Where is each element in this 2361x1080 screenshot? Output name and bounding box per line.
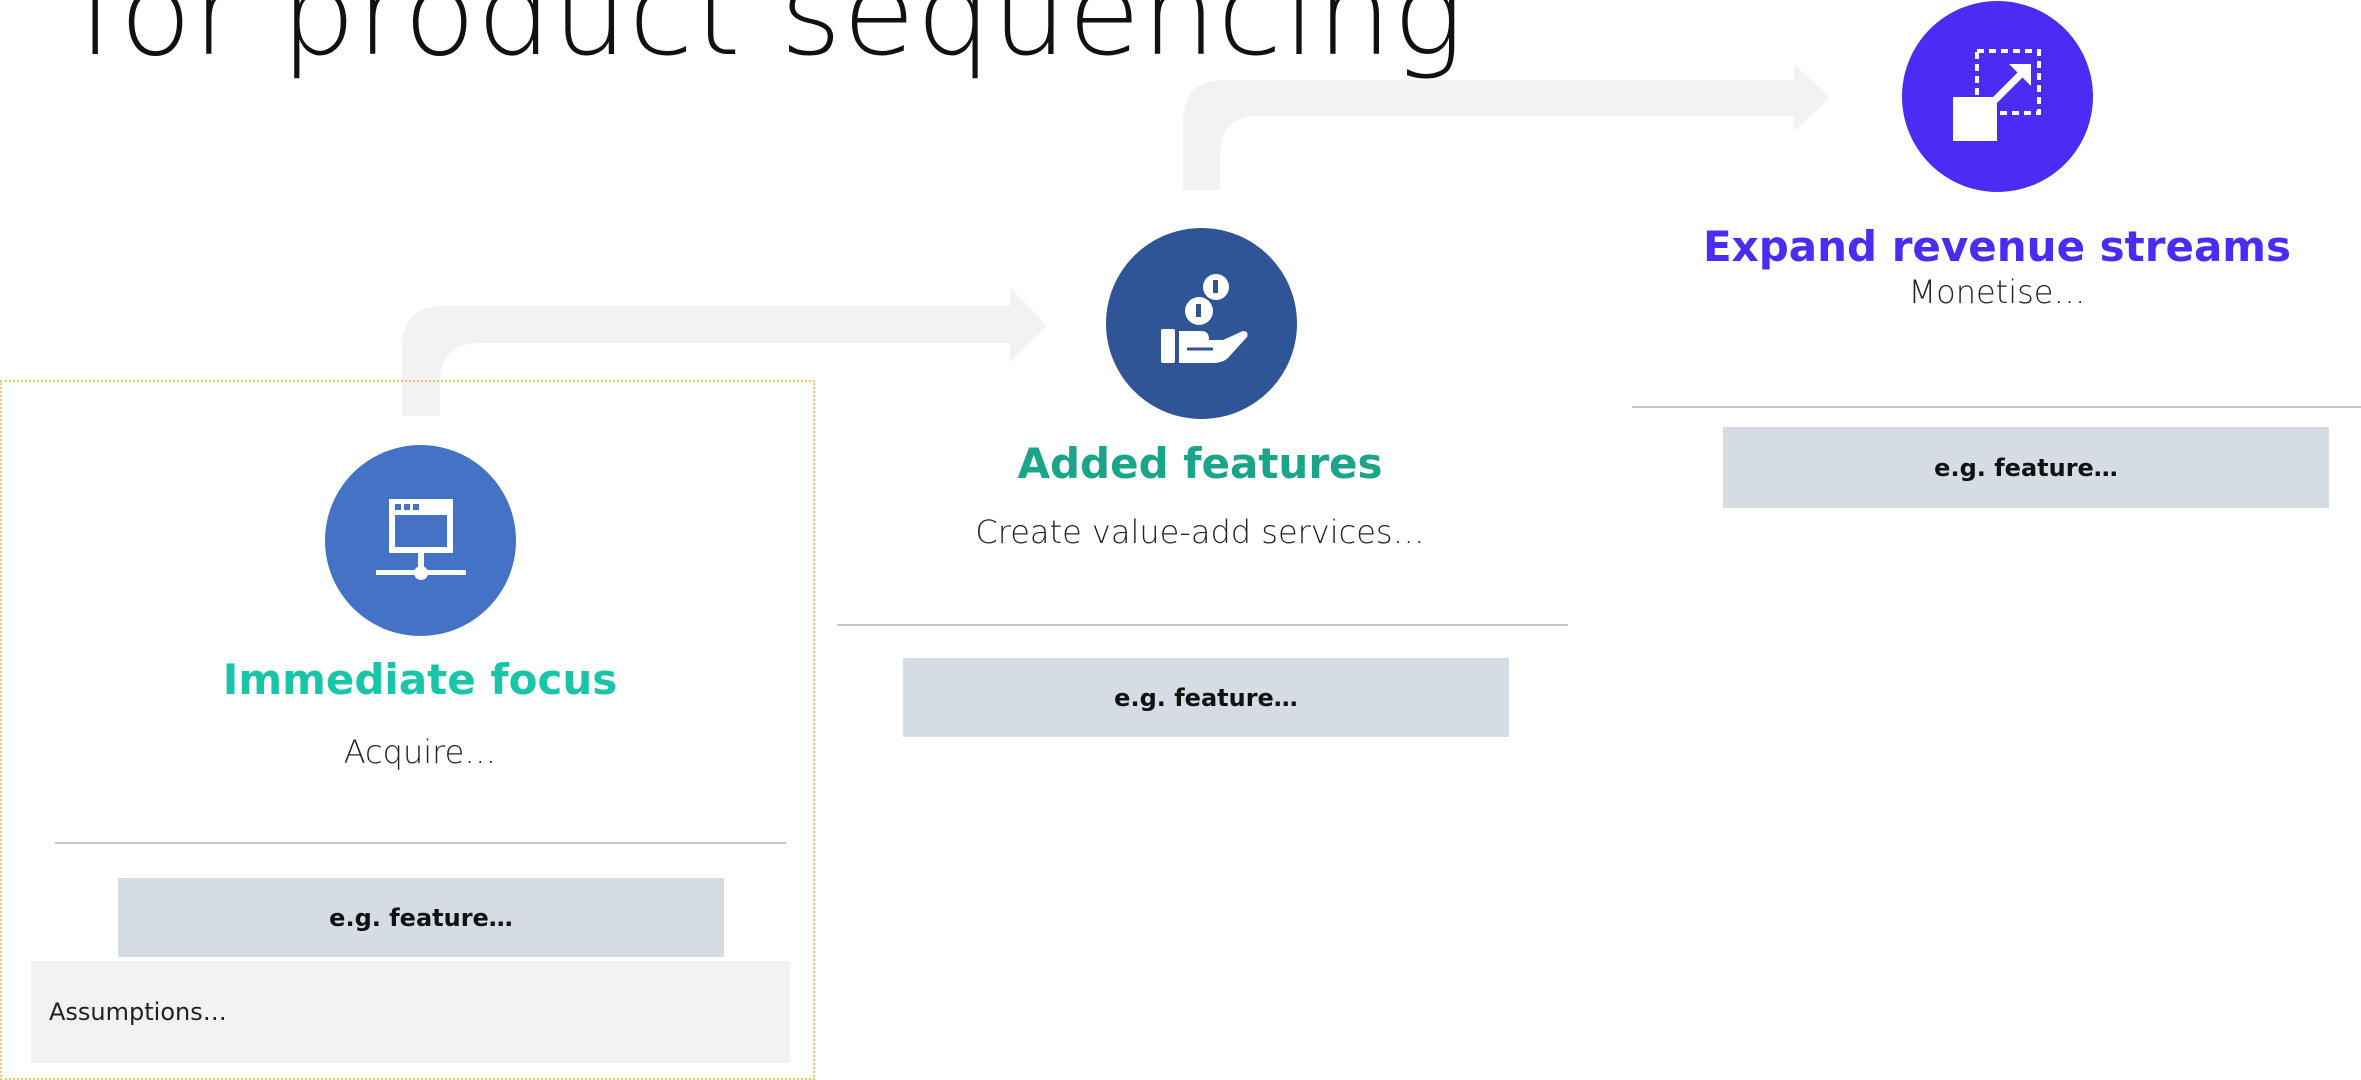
stage2-icon-circle [1106,228,1297,419]
stage1-divider [55,842,786,844]
stage3-feature-box[interactable]: e.g. feature… [1723,427,2329,508]
expand-arrow-icon [1952,48,2041,141]
network-server-icon [375,498,466,580]
stage2-heading: Added features [1017,439,1383,488]
stage3-icon-circle [1902,1,2093,192]
stage1-description: Acquire… [343,733,497,771]
stage1-icon-circle [325,445,516,636]
stage2-description: Create value-add services… [975,513,1425,551]
connector-arrow-stage2-to-stage3 [1183,64,1830,190]
stage3-divider [1632,406,2361,408]
hand-coins-icon [1160,273,1247,363]
stage2-divider [837,624,1568,626]
stage3-heading: Expand revenue streams [1702,222,2292,271]
stage3-description: Monetise… [1908,273,2086,311]
stage1-assumptions-box[interactable]: Assumptions… [31,961,790,1063]
stage1-heading: Immediate focus [222,655,618,704]
stage1-feature-box[interactable]: e.g. feature… [118,878,724,957]
stage2-feature-box[interactable]: e.g. feature… [903,658,1509,737]
